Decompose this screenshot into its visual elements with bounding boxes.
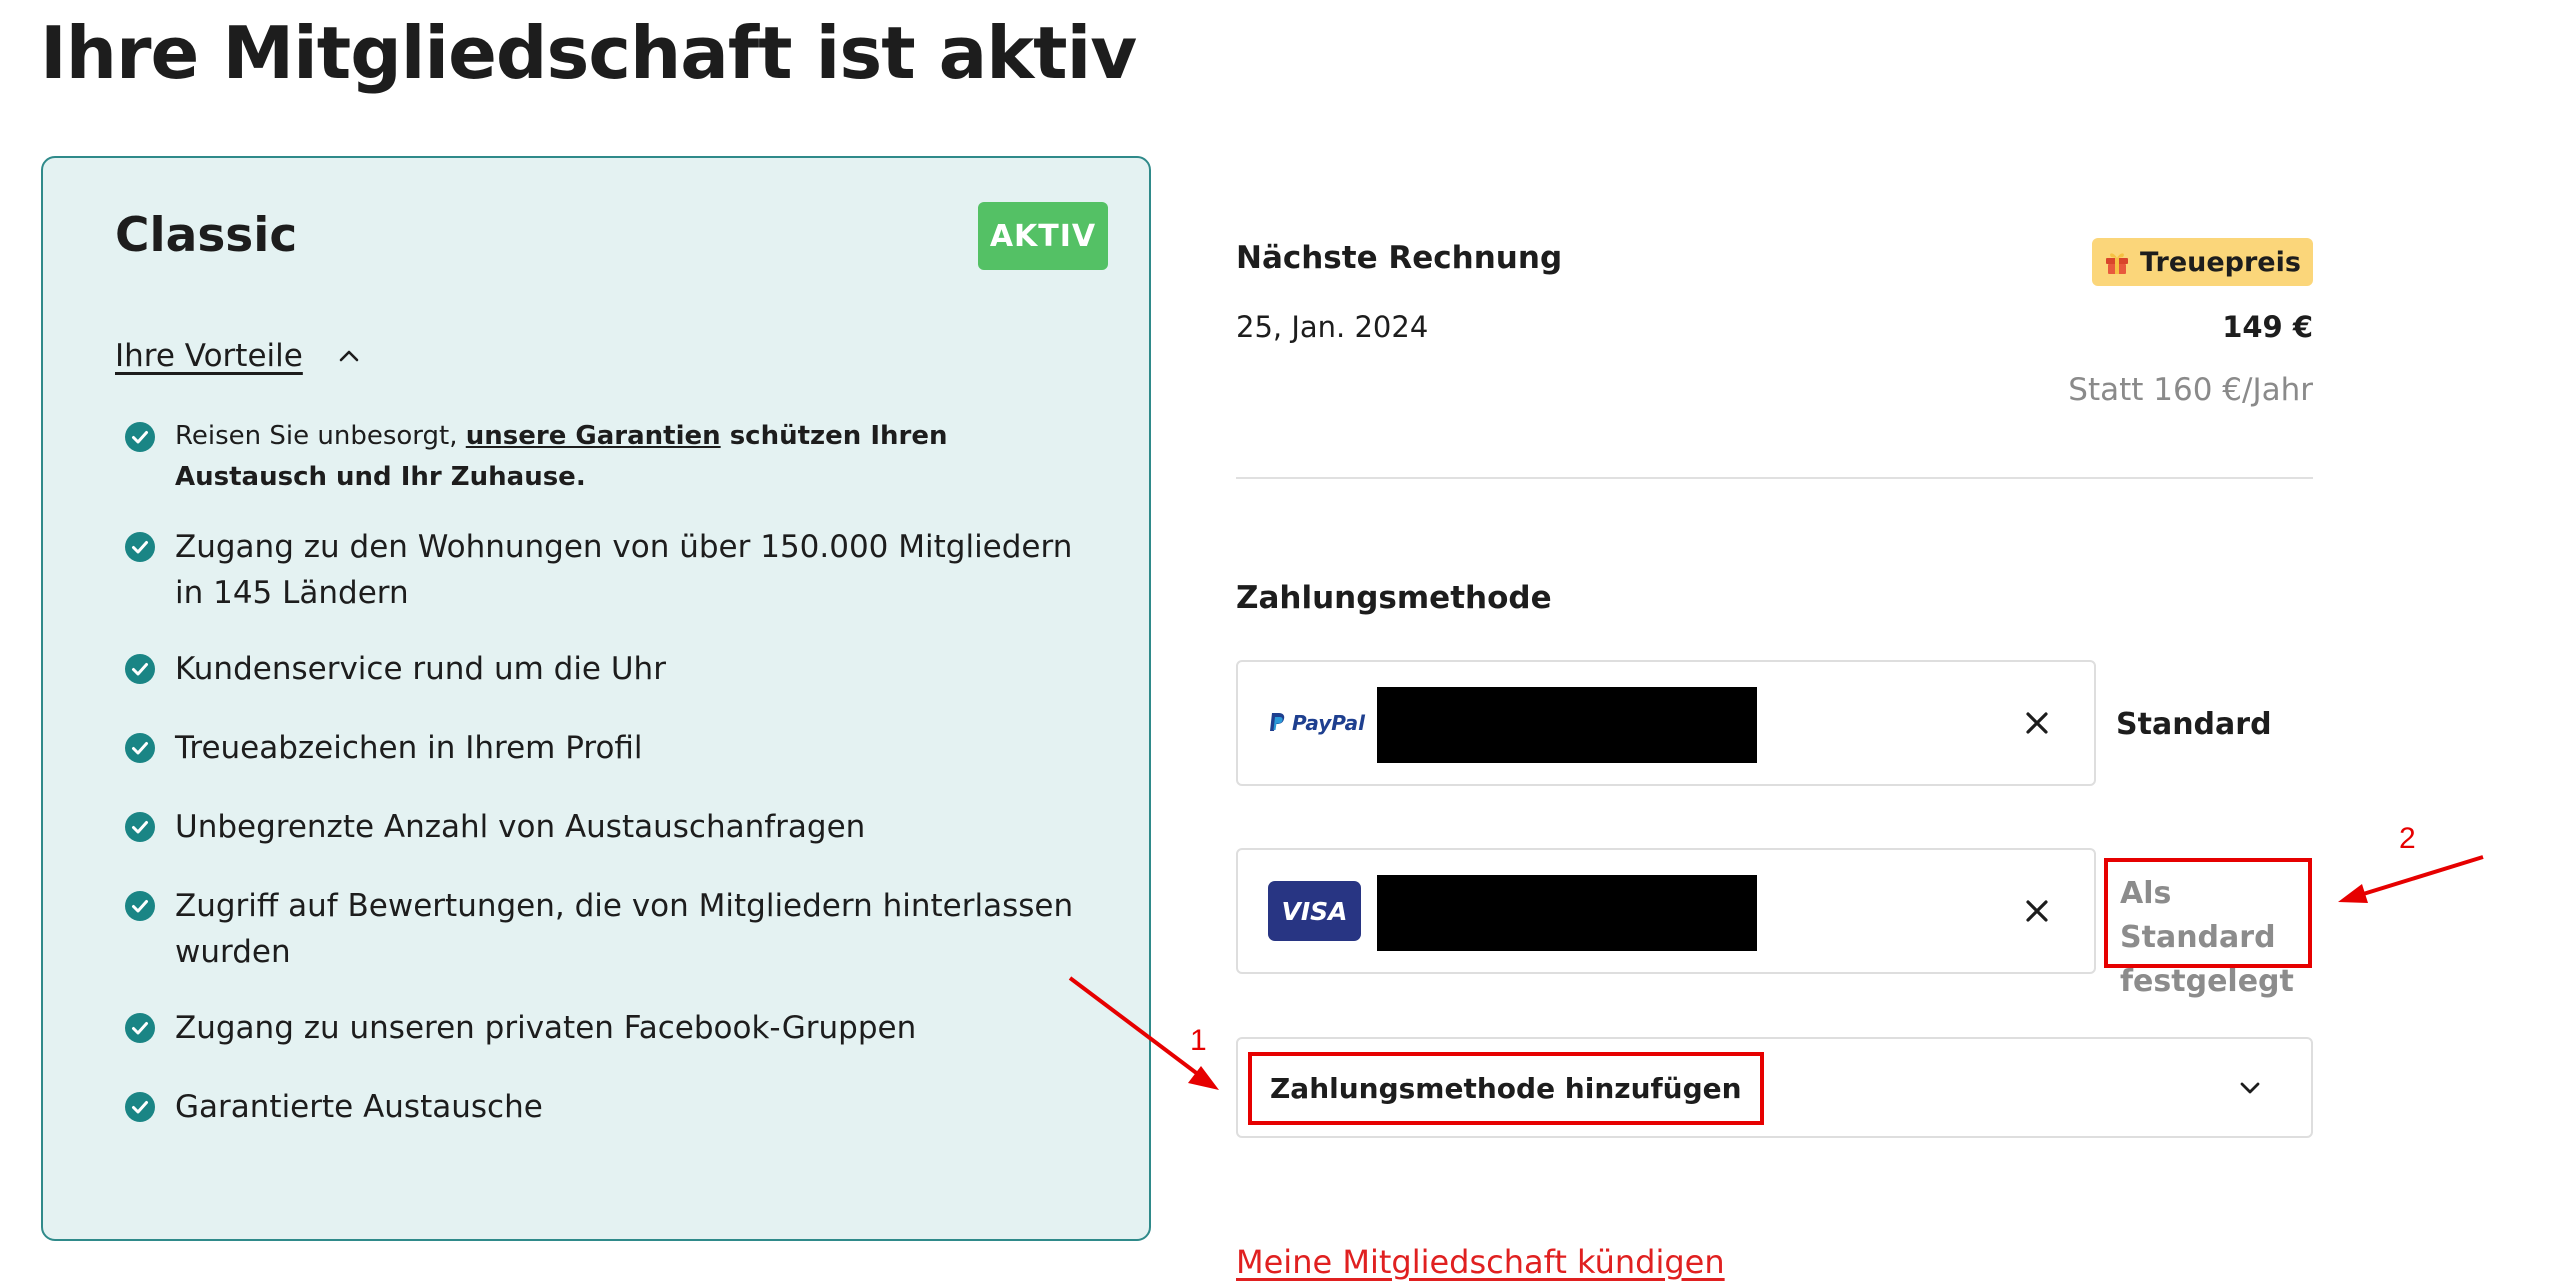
loyalty-price-label: Treuepreis xyxy=(2140,246,2301,278)
check-circle-icon xyxy=(125,532,155,562)
redacted-account-info xyxy=(1377,875,1757,951)
benefit-text: Kundenservice rund um die Uhr xyxy=(175,651,666,687)
benefit-text: Zugang zu unseren privaten Facebook-Grup… xyxy=(175,1010,917,1046)
benefit-text: Unbegrenzte Anzahl von Austauschanfragen xyxy=(175,809,866,845)
benefit-item: Zugang zu den Wohnungen von über 150.000… xyxy=(125,524,1085,616)
check-circle-icon xyxy=(125,1013,155,1043)
invoice-price: 149 € xyxy=(2222,310,2313,344)
gift-icon xyxy=(2106,253,2129,274)
annotation-marker-2: 2 xyxy=(2399,822,2416,855)
benefit-text: Treueabzeichen in Ihrem Profil xyxy=(175,730,643,766)
benefit-text: Zugriff auf Bewertungen, die von Mitglie… xyxy=(175,888,1074,970)
membership-plan-card: Classic AKTIV Ihre Vorteile Reisen Sie u… xyxy=(41,156,1151,1241)
annotation-arrow-2 xyxy=(2359,855,2484,897)
set-as-default-button[interactable]: Als Standard festgelegt xyxy=(2104,858,2312,999)
check-circle-icon xyxy=(125,1092,155,1122)
check-circle-icon xyxy=(125,422,155,452)
close-icon[interactable] xyxy=(2024,710,2050,736)
benefit-text-prefix: Reisen Sie unbesorgt, xyxy=(175,421,466,451)
benefits-toggle-label: Ihre Vorteile xyxy=(115,338,303,374)
chevron-up-icon xyxy=(339,350,359,362)
benefit-text: Garantierte Austausche xyxy=(175,1089,543,1125)
benefit-text: Zugang zu den Wohnungen von über 150.000… xyxy=(175,529,1073,611)
divider xyxy=(1236,477,2313,479)
benefit-item: Zugang zu unseren privaten Facebook-Grup… xyxy=(125,1005,1085,1051)
redacted-account-info xyxy=(1377,687,1757,763)
check-circle-icon xyxy=(125,733,155,763)
page-title: Ihre Mitgliedschaft ist aktiv xyxy=(40,11,1137,95)
paypal-icon xyxy=(1270,713,1285,731)
benefit-item: Zugriff auf Bewertungen, die von Mitglie… xyxy=(125,883,1085,975)
next-invoice-title: Nächste Rechnung xyxy=(1236,240,1563,276)
annotation-marker-1: 1 xyxy=(1190,1024,1207,1057)
visa-logo: VISA xyxy=(1268,881,1361,941)
benefits-toggle[interactable]: Ihre Vorteile xyxy=(115,338,361,374)
check-circle-icon xyxy=(125,891,155,921)
guarantees-link[interactable]: unsere Garantien xyxy=(466,421,721,451)
benefit-text: Reisen Sie unbesorgt, unsere Garantien s… xyxy=(175,416,1085,498)
invoice-original-price: Statt 160 €/Jahr xyxy=(2068,372,2313,408)
benefit-item: Treueabzeichen in Ihrem Profil xyxy=(125,725,1085,771)
annotation-arrowhead-2 xyxy=(2338,884,2368,903)
close-icon[interactable] xyxy=(2024,898,2050,924)
benefit-item: Reisen Sie unbesorgt, unsere Garantien s… xyxy=(125,416,1085,498)
loyalty-price-badge: Treuepreis xyxy=(2092,238,2313,286)
add-payment-method-label: Zahlungsmethode hinzufügen xyxy=(1248,1052,1764,1125)
cancel-membership-link[interactable]: Meine Mitgliedschaft kündigen xyxy=(1236,1243,1725,1281)
paypal-logo: PayPal xyxy=(1268,711,1365,735)
check-circle-icon xyxy=(125,812,155,842)
plan-name: Classic xyxy=(115,208,298,263)
benefits-list: Reisen Sie unbesorgt, unsere Garantien s… xyxy=(125,416,1085,1130)
benefit-item: Kundenservice rund um die Uhr xyxy=(125,646,1085,692)
add-payment-method-dropdown[interactable]: Zahlungsmethode hinzufügen xyxy=(1236,1037,2313,1138)
benefit-item: Garantierte Austausche xyxy=(125,1084,1085,1130)
paypal-brand-label: PayPal xyxy=(1292,711,1366,735)
default-payment-label: Standard xyxy=(2116,707,2272,742)
check-circle-icon xyxy=(125,654,155,684)
payment-method-title: Zahlungsmethode xyxy=(1236,580,1552,616)
payment-method-visa: VISA xyxy=(1236,848,2096,974)
annotation-arrowhead-1 xyxy=(1188,1066,1219,1090)
invoice-date: 25, Jan. 2024 xyxy=(1236,310,1429,344)
benefit-item: Unbegrenzte Anzahl von Austauschanfragen xyxy=(125,804,1085,850)
payment-method-paypal: PayPal xyxy=(1236,660,2096,786)
chevron-down-icon xyxy=(2240,1082,2260,1093)
status-badge: AKTIV xyxy=(978,202,1108,270)
